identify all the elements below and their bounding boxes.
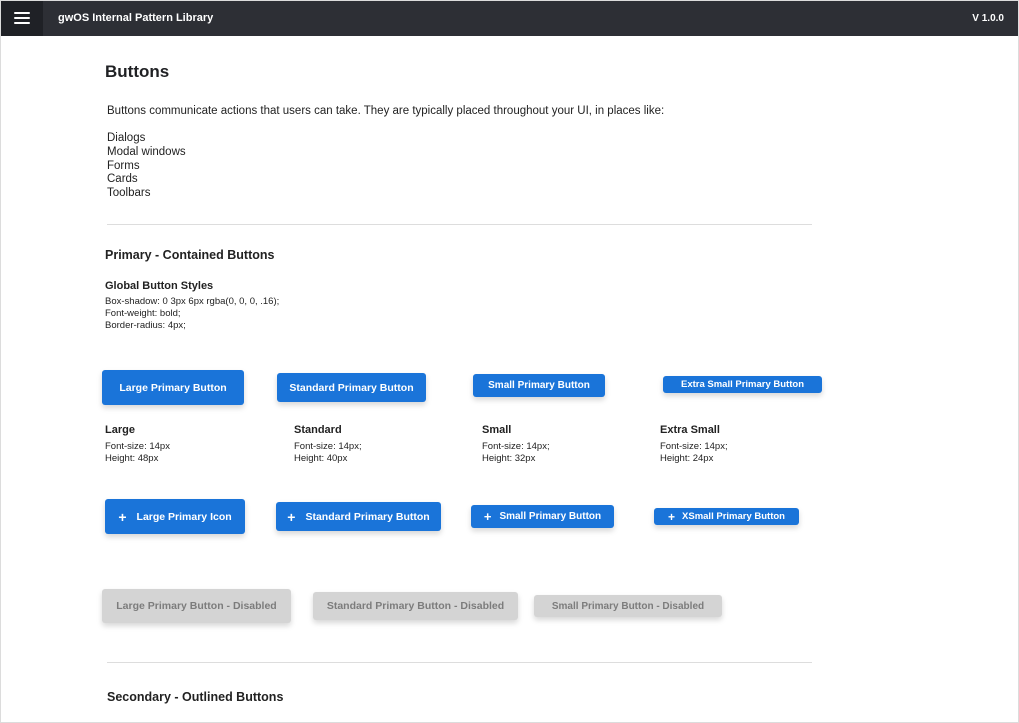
- size-font: Font-size: 14px: [105, 441, 170, 452]
- primary-section-heading: Primary - Contained Buttons: [105, 248, 275, 262]
- global-styles-spec: Box-shadow: 0 3px 6px rgba(0, 0, 0, .16)…: [105, 296, 279, 332]
- list-item: Modal windows: [107, 145, 186, 158]
- top-bar: gwOS Internal Pattern Library V 1.0.0: [1, 1, 1018, 36]
- size-height: Height: 40px: [294, 453, 348, 464]
- spec-line: Box-shadow: 0 3px 6px rgba(0, 0, 0, .16)…: [105, 296, 280, 307]
- small-primary-button[interactable]: Small Primary Button: [473, 374, 605, 397]
- plus-icon: +: [287, 508, 296, 525]
- section-divider: [107, 662, 812, 663]
- section-divider: [107, 224, 812, 225]
- version-label: V 1.0.0: [972, 13, 1004, 24]
- secondary-section-heading: Secondary - Outlined Buttons: [107, 690, 284, 704]
- spec-line: Border-radius: 4px;: [105, 320, 186, 331]
- list-item: Dialogs: [107, 132, 146, 144]
- button-label: Standard Primary Button: [305, 510, 430, 523]
- size-title: Extra Small: [660, 424, 720, 436]
- places-list: Dialogs Modal windows Forms Cards Toolba…: [107, 132, 186, 201]
- app-title: gwOS Internal Pattern Library: [58, 12, 214, 24]
- list-item: Cards: [107, 173, 138, 186]
- large-primary-button[interactable]: Large Primary Button: [102, 370, 244, 405]
- intro-text: Buttons communicate actions that users c…: [107, 105, 665, 117]
- size-font: Font-size: 14px;: [294, 441, 362, 452]
- list-item: Forms: [107, 159, 140, 172]
- size-height: Height: 48px: [105, 453, 159, 464]
- extra-small-primary-button[interactable]: Extra Small Primary Button: [663, 376, 822, 393]
- button-label: XSmall Primary Button: [682, 511, 785, 522]
- list-item: Toolbars: [107, 187, 151, 200]
- global-styles-heading: Global Button Styles: [105, 280, 214, 292]
- plus-icon: +: [668, 509, 676, 524]
- size-spec-extra-small: Extra Small Font-size: 14px; Height: 24p…: [660, 424, 728, 465]
- size-spec-large: Large Font-size: 14px Height: 48px: [105, 424, 170, 465]
- size-height: Height: 24px: [660, 453, 714, 464]
- small-primary-icon-button[interactable]: + Small Primary Button: [471, 505, 614, 528]
- standard-primary-button-disabled: Standard Primary Button - Disabled: [313, 592, 518, 620]
- xsmall-primary-icon-button[interactable]: + XSmall Primary Button: [654, 508, 799, 525]
- button-label: Large Primary Icon: [136, 510, 232, 523]
- size-font: Font-size: 14px;: [482, 441, 550, 452]
- size-title: Standard: [294, 424, 342, 436]
- small-primary-button-disabled: Small Primary Button - Disabled: [534, 595, 722, 617]
- button-label: Small Primary Button: [499, 511, 602, 522]
- hamburger-menu-icon: [14, 12, 30, 25]
- size-title: Large: [105, 424, 135, 436]
- large-primary-button-disabled: Large Primary Button - Disabled: [102, 589, 291, 623]
- page-frame: gwOS Internal Pattern Library V 1.0.0 Bu…: [0, 0, 1019, 723]
- spec-line: Font-weight: bold;: [105, 308, 181, 319]
- size-spec-small: Small Font-size: 14px; Height: 32px: [482, 424, 550, 465]
- page-title: Buttons: [105, 62, 170, 81]
- large-primary-icon-button[interactable]: + Large Primary Icon: [105, 499, 245, 534]
- size-title: Small: [482, 424, 512, 436]
- menu-button[interactable]: [1, 1, 43, 36]
- size-spec-standard: Standard Font-size: 14px; Height: 40px: [294, 424, 362, 465]
- standard-primary-button[interactable]: Standard Primary Button: [277, 373, 426, 402]
- size-height: Height: 32px: [482, 453, 536, 464]
- plus-icon: +: [483, 509, 492, 524]
- size-font: Font-size: 14px;: [660, 441, 728, 452]
- standard-primary-icon-button[interactable]: + Standard Primary Button: [276, 502, 441, 531]
- plus-icon: +: [118, 508, 127, 525]
